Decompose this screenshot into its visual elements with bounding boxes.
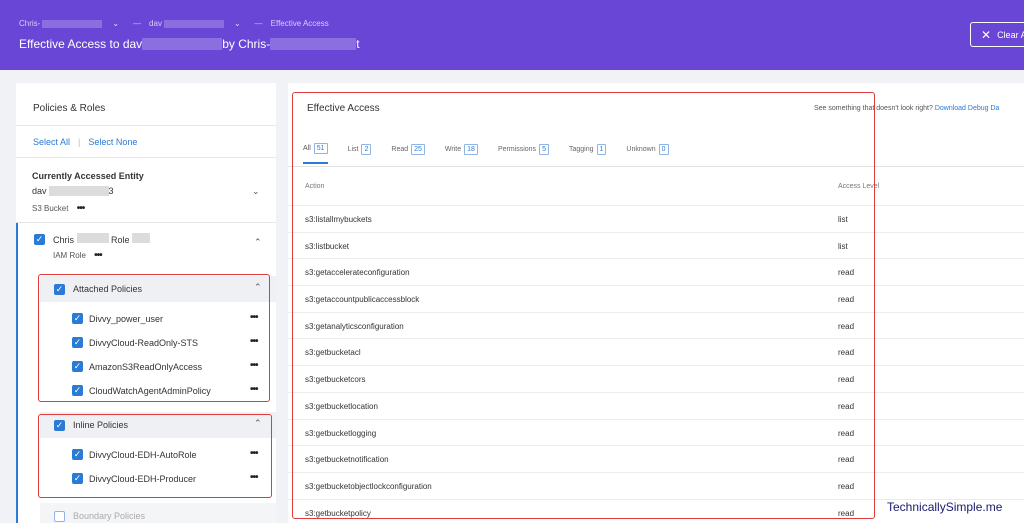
- redacted-text: [132, 233, 151, 243]
- selection-links: Select All | Select None: [33, 137, 137, 147]
- divider: [16, 157, 276, 158]
- chevron-down-icon[interactable]: ⌄: [252, 186, 260, 197]
- download-debug-link[interactable]: Download Debug Da: [935, 105, 1000, 112]
- page-title: Effective Access to dav by Chris- t: [19, 37, 360, 51]
- redacted-text: [270, 38, 357, 50]
- redacted-text: [163, 19, 224, 28]
- entity-name: dav 3: [32, 186, 114, 196]
- redacted-text: [42, 19, 103, 28]
- page-header: Chris- ⌄ — dav ⌄ — Effective Access Effe…: [0, 0, 1024, 70]
- redacted-text: [142, 38, 223, 50]
- role-row[interactable]: ✓ Chris Role: [34, 233, 151, 245]
- close-icon: ✕: [981, 27, 992, 42]
- entity-section-label: Currently Accessed Entity: [32, 171, 144, 181]
- clear-button[interactable]: ✕ Clear A: [970, 22, 1024, 47]
- boundary-policies-header[interactable]: Boundary Policies: [40, 503, 276, 523]
- highlight-box: [292, 92, 875, 519]
- more-options-icon[interactable]: •••: [77, 203, 85, 214]
- checkbox-unchecked-icon[interactable]: [54, 510, 65, 522]
- redacted-text: [48, 186, 109, 196]
- more-options-icon[interactable]: •••: [94, 250, 102, 261]
- chevron-down-icon[interactable]: ⌄: [112, 19, 119, 28]
- panel-title: Policies & Roles: [33, 103, 106, 114]
- highlight-box: [38, 274, 270, 402]
- watermark: TechnicallySimple.me: [887, 500, 1003, 514]
- breadcrumb-entity[interactable]: dav ⌄: [149, 19, 247, 28]
- role-name: Chris Role: [53, 233, 151, 245]
- redacted-text: [76, 233, 109, 243]
- role-type: IAM Role •••: [53, 250, 103, 261]
- highlight-box: [38, 414, 272, 498]
- breadcrumb: Chris- ⌄ — dav ⌄ — Effective Access: [19, 19, 329, 28]
- divider: [16, 125, 276, 126]
- breadcrumb-separator: —: [133, 19, 142, 28]
- chevron-up-icon[interactable]: ⌃: [254, 237, 262, 248]
- checkbox-checked-icon[interactable]: ✓: [34, 233, 45, 245]
- breadcrumb-current: Effective Access: [270, 19, 329, 28]
- link-separator: |: [78, 137, 81, 147]
- entity-type: S3 Bucket •••: [32, 203, 85, 214]
- breadcrumb-separator: —: [254, 19, 263, 28]
- chevron-down-icon[interactable]: ⌄: [234, 19, 241, 28]
- select-none-link[interactable]: Select None: [88, 137, 137, 147]
- breadcrumb-user[interactable]: Chris- ⌄: [19, 19, 125, 28]
- select-all-link[interactable]: Select All: [33, 137, 70, 147]
